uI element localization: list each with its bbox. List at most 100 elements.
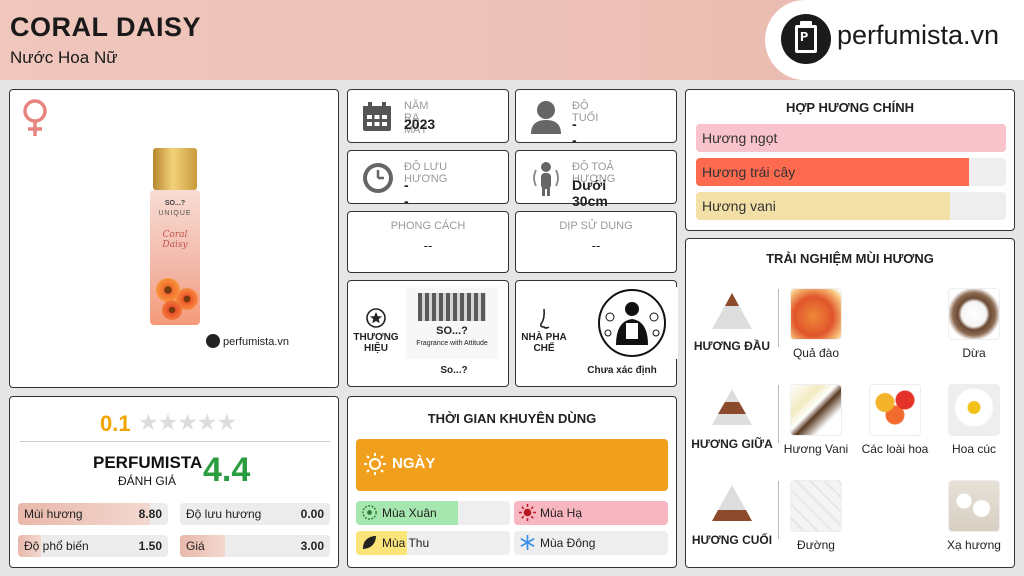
season-fill [514,501,668,525]
header-banner: CORAL DAISY Nước Hoa Nữ P perfumista.vn [0,0,1024,80]
season-bar: Mùa Đông [514,531,668,555]
perfumer-card[interactable]: NHÀ PHA CHẾ Chưa xác định [515,280,678,387]
perfumista-score: 4.4 [203,451,251,489]
accord-label: Hương trái cây [702,164,796,180]
user-icon [531,101,561,134]
season-bar: Mùa Thu [356,531,510,555]
season-label: Mùa Đông [540,536,596,550]
note-label: Đường [797,538,835,552]
pyramid-top-icon [712,293,752,329]
star-icon[interactable]: ★ [177,409,198,435]
vanilla-note-image [790,384,842,436]
bottle-brand: SO...? [164,200,186,207]
perfume-bottle-image: SO...? UNIQUE Coral Daisy [150,148,200,328]
accords-card: HỢP HƯƠNG CHÍNH Hương ngọt Hương trái cây… [685,89,1015,231]
flowers-note-image [869,384,921,436]
watermark: perfumista.vn [206,334,289,348]
user-score: 0.1 [100,411,131,436]
site-logo[interactable]: P perfumista.vn [765,0,1024,80]
star-icon[interactable]: ★ [197,409,218,435]
nose-icon [540,308,550,329]
base-notes-label: HƯƠNG CUỐI [691,533,773,547]
age-value: -- [572,116,577,148]
top-notes-label: HƯƠNG ĐẦU [693,339,771,353]
bottle-line: UNIQUE [158,210,192,217]
star-icon[interactable]: ★ [158,409,179,435]
day-bar: NGÀY [356,439,668,491]
metric-label: Giá [186,539,205,553]
calendar-icon [363,102,391,131]
season-label: Mùa Xuân [382,506,437,520]
metric-value: 1.50 [138,539,162,553]
longevity-label: ĐỘ LƯU HƯƠNG [404,161,448,185]
style-value: -- [423,238,433,253]
metric-bar: Độ phổ biến 1.50 [18,535,168,557]
metric-label: Độ phổ biến [24,539,89,553]
sillage-value: Dưới 30cm [572,177,608,209]
season-bar: Mùa Xuân [356,501,510,525]
brand-logo-image: SO...? Fragrance with Attitude [406,287,498,359]
note-label: Quả đào [792,346,840,360]
notes-title: TRẢI NGHIỆM MÙI HƯƠNG [766,251,934,266]
perfumista-label: PERFUMISTA [93,453,203,472]
launch-year-card: NĂM RA MẮT 2023 [347,89,509,143]
metric-value: 8.80 [138,507,162,521]
style-card: PHONG CÁCH -- [347,211,509,273]
metric-bar: Giá 3.00 [180,535,330,557]
sillage-card: ĐỘ TOẢ HƯƠNG Dưới 30cm [515,150,677,209]
longevity-card: ĐỘ LƯU HƯƠNG -- [347,150,509,209]
accord-label: Hương vani [702,198,776,214]
season-label: Mùa Thu [382,536,430,550]
age-card: ĐỘ TUỔI -- [515,89,677,148]
metric-value: 3.00 [300,539,324,553]
brand-name: So...? [440,365,468,376]
product-image-card: SO...? UNIQUE Coral Daisy perfumista.vn [9,89,339,388]
divider [20,441,330,442]
perfume-subtitle: Nước Hoa Nữ [10,48,118,67]
season-label: Mùa Hạ [540,506,583,520]
accord-label: Hương ngọt [702,130,778,146]
style-label: PHONG CÁCH [390,220,466,232]
middle-notes-label: HƯƠNG GIỮA [691,437,773,451]
notes-card: TRẢI NGHIỆM MÙI HƯƠNG HƯƠNG ĐẦU Quả đào … [685,238,1015,568]
musk-note-image [948,480,1000,532]
note-label: Xạ hương [947,538,1001,552]
pyramid-base-icon [712,485,752,521]
note-label: Hương Vani [783,442,849,456]
metric-bar: Độ lưu hương 0.00 [180,503,330,525]
rating-card: 0.1 ★★★★★ PERFUMISTA ĐÁNH GIÁ 4.4 Mùi hư… [9,396,339,568]
sun-icon [364,453,386,475]
usage-title: THỜI GIAN KHUYÊN DÙNG [427,411,597,426]
divider [778,289,779,347]
accord-bar: Hương vani [696,192,1006,220]
perfumer-label: NHÀ PHA CHẾ [521,332,567,354]
note-label: Các loài hoa [861,442,929,456]
coconut-note-image [948,288,1000,340]
star-icon[interactable]: ★ [138,409,159,435]
season-bar: Mùa Hạ [514,501,668,525]
launch-year-value: 2023 [404,116,436,132]
star-icon[interactable]: ★ [217,409,238,435]
metric-bar: Mùi hương 8.80 [18,503,168,525]
bottle-name: Coral Daisy [162,230,188,250]
star-rating[interactable]: ★★★★★ [138,409,238,436]
note-label: Hoa cúc [951,442,997,456]
occasion-label: DỊP SỬ DỤNG [559,220,633,232]
longevity-value: -- [404,177,409,209]
perfumer-image [586,287,678,359]
perfume-title: CORAL DAISY [10,12,202,42]
star-badge-icon [366,308,386,328]
brand-label: THƯƠNG HIỆU [353,332,399,354]
day-label: NGÀY [392,455,436,472]
occasion-card: DỊP SỬ DỤNG -- [515,211,677,273]
metric-label: Mùi hương [24,507,83,521]
brand-card[interactable]: THƯƠNG HIỆU SO...? Fragrance with Attitud… [347,280,509,387]
occasion-value: -- [591,238,601,253]
summer-icon [519,504,536,521]
winter-icon [520,534,535,551]
accords-title: HỢP HƯƠNG CHÍNH [785,100,915,115]
peach-note-image [790,288,842,340]
metric-value: 0.00 [300,507,324,521]
metric-label: Độ lưu hương [186,507,262,521]
perfumista-sub: ĐÁNH GIÁ [118,474,177,488]
